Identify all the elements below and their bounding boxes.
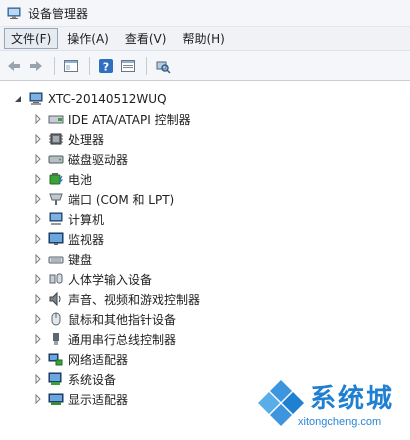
watermark: 系统城 xitongcheng.com [254, 376, 406, 438]
tree-node-label: 端口 (COM 和 LPT) [68, 192, 175, 207]
tree-node-label: 网络适配器 [68, 352, 129, 367]
expand-arrow-icon[interactable] [32, 373, 44, 385]
computer-icon [48, 211, 64, 227]
toolbar-separator [89, 56, 90, 75]
tree-node-label: 人体学输入设备 [68, 272, 153, 287]
tree-node[interactable]: 端口 (COM 和 LPT) [32, 189, 174, 209]
help-icon: ? [99, 58, 113, 73]
tree-node[interactable]: 人体学输入设备 [32, 269, 152, 289]
expand-arrow-icon[interactable] [32, 133, 44, 145]
toolbar-separator [54, 56, 55, 75]
tree-node[interactable]: 磁盘驱动器 [32, 149, 128, 169]
back-button[interactable] [4, 56, 24, 76]
ide-controller-icon [48, 111, 64, 127]
tree-root[interactable]: XTC-20140512WUQ [12, 89, 167, 109]
tree-node[interactable]: 通用串行总线控制器 [32, 329, 176, 349]
expand-arrow-icon[interactable] [32, 353, 44, 365]
svg-text:?: ? [103, 60, 109, 73]
expand-arrow-icon[interactable] [32, 153, 44, 165]
menu-help[interactable]: 帮助(H) [175, 28, 231, 49]
expand-arrow-icon[interactable] [32, 333, 44, 345]
tree-node-label: 显示适配器 [68, 392, 129, 407]
tree-node-label: 计算机 [68, 212, 105, 227]
tree-node[interactable]: 鼠标和其他指针设备 [32, 309, 176, 329]
tree-node[interactable]: 声音、视频和游戏控制器 [32, 289, 200, 309]
sound-icon [48, 291, 64, 307]
expand-arrow-icon[interactable] [32, 293, 44, 305]
properties-icon [121, 59, 135, 72]
tree-node-label: 处理器 [68, 132, 105, 147]
tree-node[interactable]: 键盘 [32, 249, 92, 269]
usb-icon [48, 331, 64, 347]
menu-action[interactable]: 操作(A) [60, 28, 116, 49]
tree-node-label: IDE ATA/ATAPI 控制器 [68, 112, 191, 127]
expand-arrow-icon[interactable] [32, 173, 44, 185]
tree-node[interactable]: 监视器 [32, 229, 104, 249]
collapse-arrow-icon[interactable] [12, 93, 24, 105]
keyboard-icon [48, 251, 64, 267]
hid-icon [48, 271, 64, 287]
tree-node[interactable]: 网络适配器 [32, 349, 128, 369]
tree-node[interactable]: 系统设备 [32, 369, 116, 389]
toolbar: ? [0, 51, 410, 81]
tree-node[interactable]: 显示适配器 [32, 389, 128, 409]
tree-node-label: 磁盘驱动器 [68, 152, 129, 167]
tree-node-label: 键盘 [68, 252, 93, 267]
back-arrow-icon [8, 60, 20, 71]
tree-node-label: 通用串行总线控制器 [68, 332, 177, 347]
expand-arrow-icon[interactable] [32, 393, 44, 405]
processor-icon [48, 131, 64, 147]
expand-arrow-icon[interactable] [32, 313, 44, 325]
device-manager-window: 设备管理器 文件(F) 操作(A) 查看(V) 帮助(H) ? XTC-2014… [0, 0, 410, 440]
forward-arrow-icon [30, 60, 42, 71]
menu-file[interactable]: 文件(F) [4, 28, 59, 49]
scan-hardware-icon [156, 61, 171, 74]
scan-hardware-changes-button[interactable] [153, 56, 173, 76]
show-hide-console-tree-button[interactable] [61, 56, 81, 76]
disk-drive-icon [48, 151, 64, 167]
watermark-brand: 系统城 [310, 384, 395, 414]
tree-node[interactable]: IDE ATA/ATAPI 控制器 [32, 109, 191, 129]
device-manager-icon [6, 5, 22, 21]
tree-node-label: 鼠标和其他指针设备 [68, 312, 177, 327]
forward-button[interactable] [26, 56, 46, 76]
expand-arrow-icon[interactable] [32, 253, 44, 265]
expand-arrow-icon[interactable] [32, 233, 44, 245]
expand-arrow-icon[interactable] [32, 273, 44, 285]
monitor-icon [48, 231, 64, 247]
menu-bar: 文件(F) 操作(A) 查看(V) 帮助(H) [0, 27, 410, 51]
tree-node-label: 系统设备 [68, 372, 117, 387]
tree-node-label: 声音、视频和游戏控制器 [68, 292, 201, 307]
tree-node[interactable]: 处理器 [32, 129, 104, 149]
tree-node[interactable]: 计算机 [32, 209, 104, 229]
display-adapter-icon [48, 391, 64, 407]
watermark-url: xitongcheng.com [298, 416, 382, 428]
system-device-icon [48, 371, 64, 387]
tree-node-label: 监视器 [68, 232, 105, 247]
expand-arrow-icon[interactable] [32, 213, 44, 225]
battery-icon [48, 171, 64, 187]
computer-name: XTC-20140512WUQ [48, 92, 167, 106]
window-title: 设备管理器 [28, 6, 89, 21]
menu-view[interactable]: 查看(V) [118, 28, 174, 49]
expand-arrow-icon[interactable] [32, 113, 44, 125]
mouse-icon [48, 311, 64, 327]
properties-button[interactable] [118, 56, 138, 76]
console-tree-icon [64, 59, 78, 72]
port-icon [48, 191, 64, 207]
toolbar-separator [146, 56, 147, 75]
help-button[interactable]: ? [96, 56, 116, 76]
expand-arrow-icon[interactable] [32, 193, 44, 205]
computer-icon [28, 91, 44, 107]
tree-node[interactable]: 电池 [32, 169, 92, 189]
title-bar: 设备管理器 [0, 0, 410, 27]
device-tree: XTC-20140512WUQ IDE ATA/ATAPI 控制器 处理器磁盘驱动… [0, 81, 410, 407]
tree-node-label: 电池 [68, 172, 93, 187]
network-adapter-icon [48, 351, 64, 367]
